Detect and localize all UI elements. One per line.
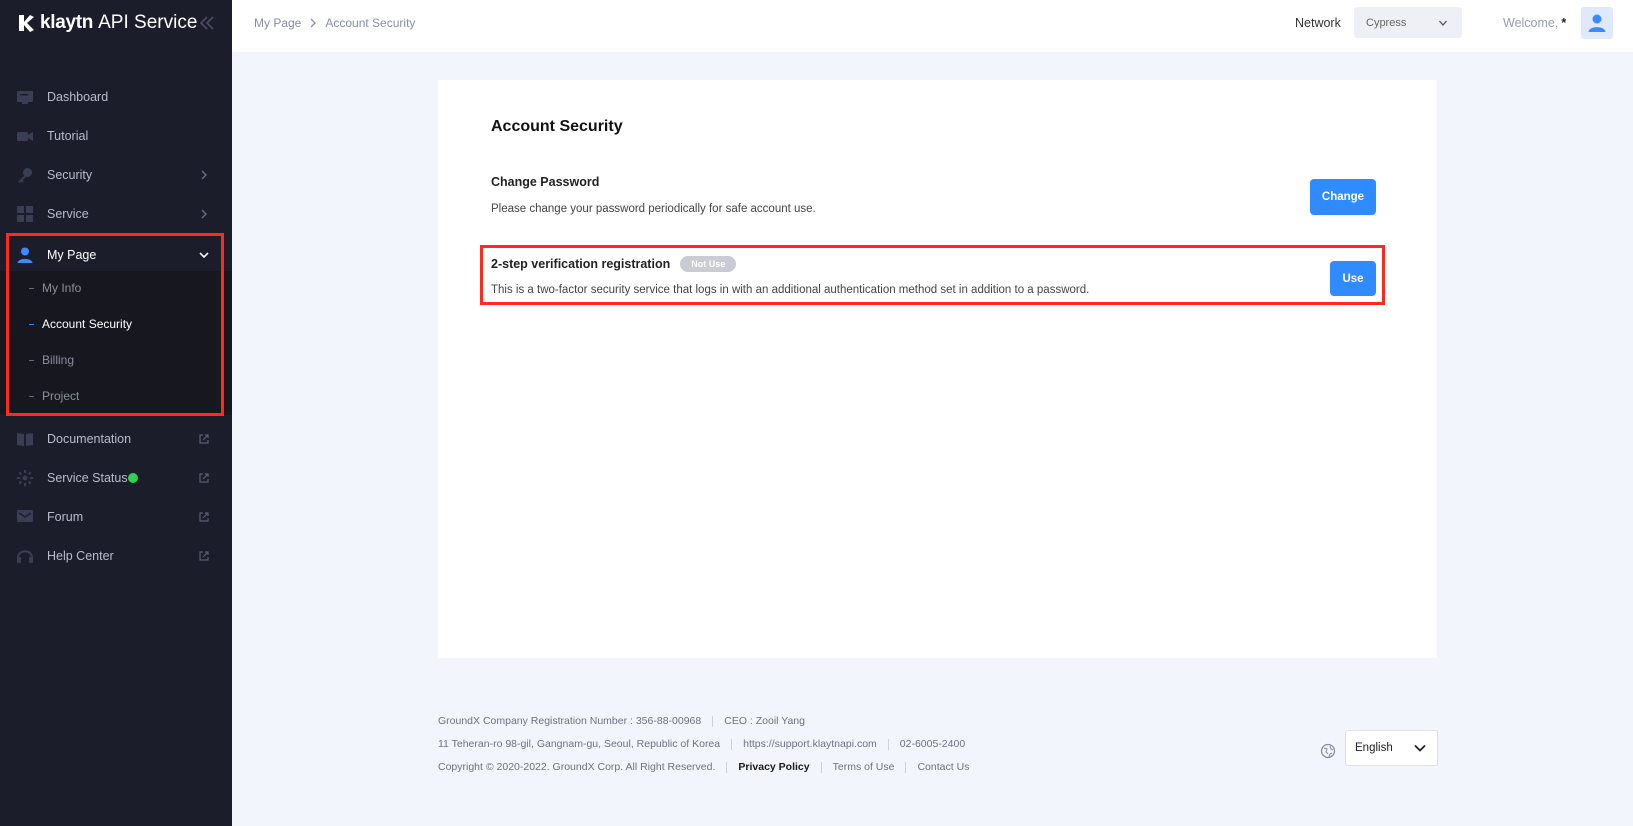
- welcome-prefix: Welcome,: [1503, 16, 1559, 30]
- brand-logo[interactable]: klaytn API Service: [16, 12, 216, 34]
- sidebar-item-label: Documentation: [47, 432, 132, 446]
- footer-divider: [905, 761, 907, 773]
- sidebar-item-help-center[interactable]: Help Center: [0, 538, 232, 574]
- chevron-down-icon: [1414, 744, 1426, 752]
- sidebar-item-tutorial[interactable]: Tutorial: [0, 118, 232, 154]
- footer-address: 11 Teheran-ro 98-gil, Gangnam-gu, Seoul,…: [438, 738, 721, 750]
- footer-copyright: Copyright © 2020-2022. GroundX Corp. All…: [438, 761, 716, 773]
- two-factor-title-row: 2-step verification registration Not Use: [491, 256, 737, 272]
- breadcrumb-item-current: Account Security: [325, 16, 416, 30]
- terms-of-use-link[interactable]: Terms of Use: [833, 761, 895, 773]
- welcome-user: *: [1561, 16, 1567, 30]
- footer-divider: [820, 761, 822, 773]
- sidebar-item-service[interactable]: Service: [0, 196, 232, 232]
- status-indicator-icon: [128, 473, 138, 483]
- sidebar-item-label: Forum: [47, 510, 84, 524]
- topbar: My Page Account Security Network Cypress…: [232, 0, 1633, 52]
- brand-subtitle: API Service: [98, 12, 198, 33]
- sidebar-item-service-status[interactable]: Service Status: [0, 460, 232, 496]
- sidebar-item-label: Security: [47, 168, 93, 182]
- change-password-description: Please change your password periodically…: [491, 203, 816, 215]
- chevron-right-icon: [201, 170, 207, 180]
- contact-us-link[interactable]: Contact Us: [917, 761, 969, 773]
- external-link-icon: [199, 473, 209, 483]
- sidebar-item-label: Help Center: [47, 549, 114, 563]
- network-label: Network: [1295, 16, 1341, 30]
- change-password-button[interactable]: Change: [1310, 179, 1376, 215]
- two-factor-description: This is a two-factor security service th…: [491, 284, 1090, 296]
- footer-support-link[interactable]: https://support.klaytnapi.com: [743, 738, 877, 750]
- external-link-icon: [199, 434, 209, 444]
- network-select[interactable]: Cypress: [1354, 7, 1462, 38]
- privacy-policy-link[interactable]: Privacy Policy: [738, 761, 809, 773]
- network-select-value: Cypress: [1366, 16, 1407, 29]
- avatar[interactable]: [1581, 7, 1613, 39]
- footer-row-company: GroundX Company Registration Number : 35…: [438, 715, 805, 727]
- video-icon: [17, 132, 33, 141]
- sidebar-item-forum[interactable]: Forum: [0, 499, 232, 535]
- dashboard-icon: [17, 91, 33, 104]
- two-factor-title: 2-step verification registration: [491, 257, 671, 271]
- external-link-icon: [199, 512, 209, 522]
- footer-divider: [887, 738, 889, 750]
- globe-icon: [1320, 743, 1336, 759]
- chevron-right-icon: [201, 209, 207, 219]
- sidebar: klaytn API Service Dashboard Tutorial Se…: [0, 0, 232, 826]
- breadcrumb-separator-icon: [310, 18, 317, 28]
- status-icon: [17, 470, 33, 486]
- footer-divider: [726, 761, 728, 773]
- language-select[interactable]: English: [1345, 730, 1438, 766]
- external-link-icon: [199, 551, 209, 561]
- account-security-card: Account Security Change Password Please …: [438, 80, 1437, 658]
- footer-divider: [712, 715, 714, 727]
- two-factor-highlight-box: [480, 245, 1385, 305]
- sidebar-item-label: Service Status: [47, 471, 128, 485]
- sidebar-item-label: Dashboard: [47, 90, 109, 104]
- sidebar-item-label: Tutorial: [47, 129, 89, 143]
- headset-icon: [17, 550, 33, 563]
- collapse-sidebar-icon[interactable]: [198, 14, 216, 32]
- breadcrumb-item-my-page[interactable]: My Page: [254, 16, 301, 30]
- page-title: Account Security: [491, 118, 623, 135]
- use-two-factor-button[interactable]: Use: [1330, 261, 1376, 296]
- brand-name: klaytn: [40, 12, 94, 33]
- sidebar-item-security[interactable]: Security: [0, 157, 232, 193]
- book-icon: [17, 433, 33, 446]
- footer-row-contact: 11 Teheran-ro 98-gil, Gangnam-gu, Seoul,…: [438, 738, 965, 750]
- forum-icon: [17, 510, 33, 522]
- footer-reg-number: GroundX Company Registration Number : 35…: [438, 715, 702, 727]
- change-password-title: Change Password: [491, 175, 600, 189]
- key-icon: [18, 168, 32, 183]
- chevron-down-icon: [1439, 20, 1447, 26]
- footer-divider: [731, 738, 733, 750]
- language-select-value: English: [1355, 742, 1393, 754]
- mypage-highlight-box: [6, 233, 224, 416]
- user-avatar-icon: [1588, 14, 1606, 32]
- footer-phone: 02-6005-2400: [899, 738, 966, 750]
- welcome-text: Welcome, *: [1503, 16, 1566, 30]
- footer-row-legal: Copyright © 2020-2022. GroundX Corp. All…: [438, 761, 969, 773]
- status-badge: Not Use: [680, 256, 737, 272]
- breadcrumb: My Page Account Security: [254, 16, 415, 30]
- footer: GroundX Company Registration Number : 35…: [438, 715, 1438, 785]
- sidebar-item-documentation[interactable]: Documentation: [0, 421, 232, 457]
- footer-ceo: CEO : Zooil Yang: [724, 715, 805, 727]
- sidebar-item-dashboard[interactable]: Dashboard: [0, 79, 232, 115]
- grid-icon: [17, 206, 33, 222]
- klaytn-logo-icon: [19, 15, 34, 32]
- sidebar-item-label: Service: [47, 207, 89, 221]
